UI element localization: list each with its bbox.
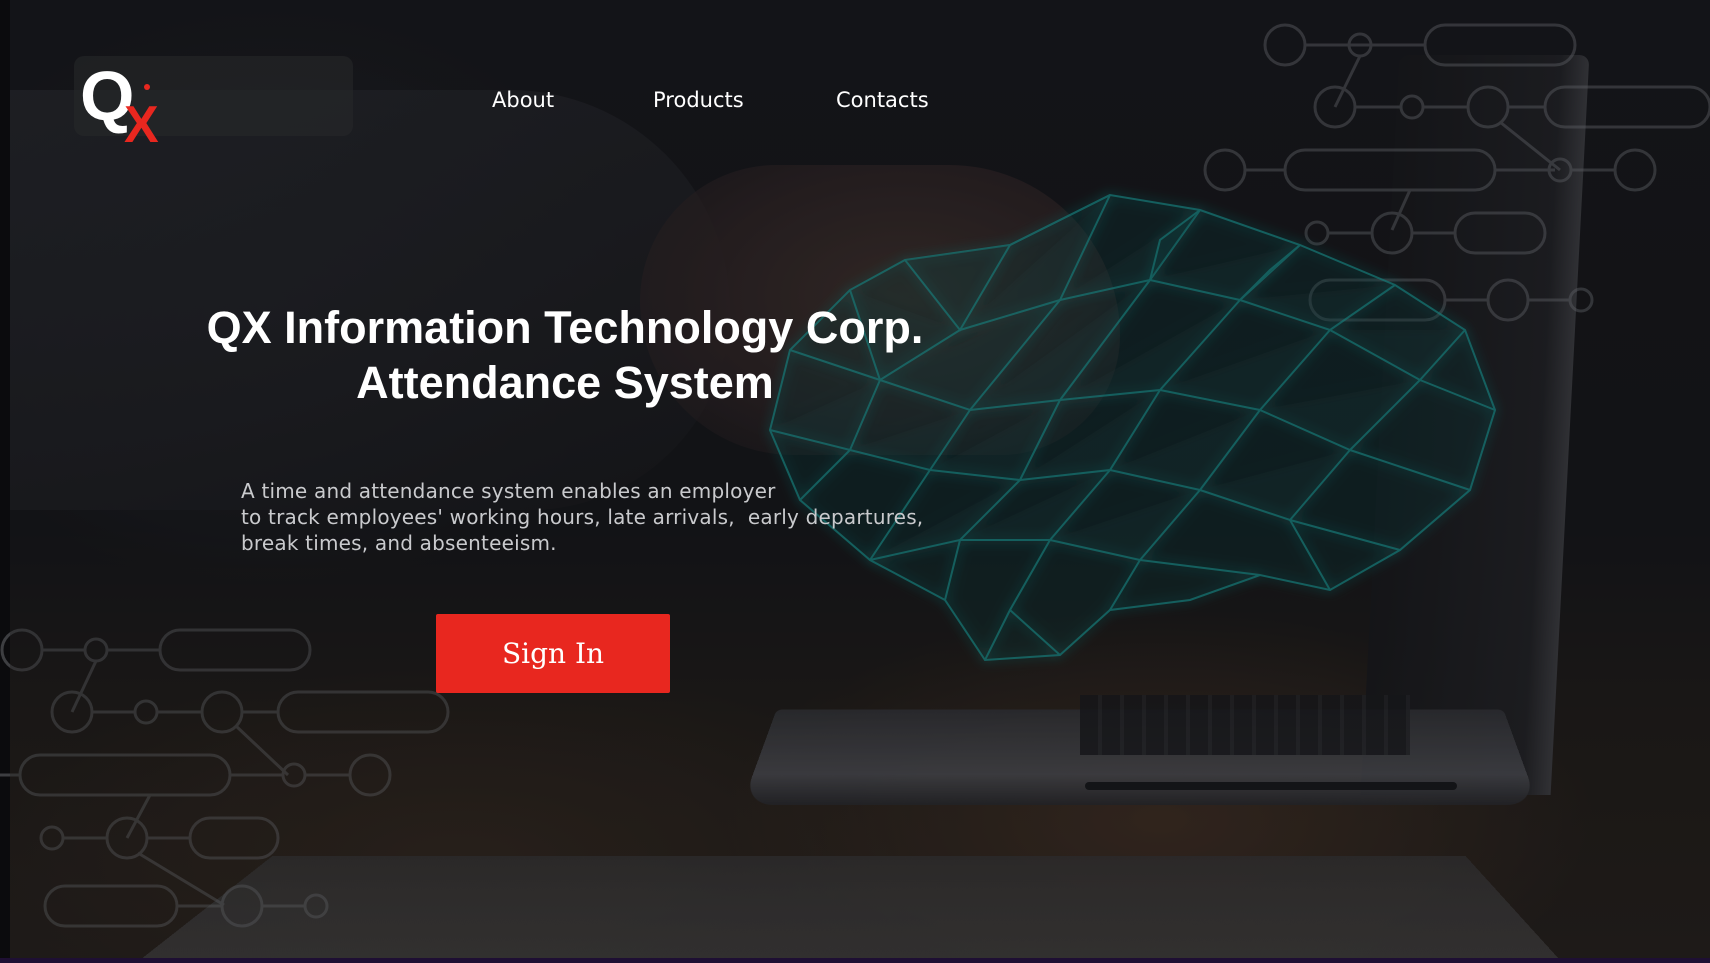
description-line-3: break times, and absenteeism. [241,531,557,555]
title-line-2: Attendance System [356,357,774,408]
nav-about[interactable]: About [492,88,554,112]
page-title: QX Information Technology Corp. Attendan… [150,300,980,410]
description-line-2: to track employees' working hours, late … [241,505,924,529]
logo-letter-x: X [124,96,159,144]
qx-logo[interactable]: Q X [80,60,180,144]
sign-in-button[interactable]: Sign In [436,614,670,693]
bottom-edge-strip [0,958,1710,963]
description-line-1: A time and attendance system enables an … [241,479,776,503]
nav-products[interactable]: Products [653,88,744,112]
title-line-1: QX Information Technology Corp. [206,302,924,353]
nav-contacts[interactable]: Contacts [836,88,929,112]
logo-dot-icon [144,84,150,90]
hero-description: A time and attendance system enables an … [241,478,1001,556]
landing-page: Q X About Products Contacts QX Informati… [0,0,1710,963]
